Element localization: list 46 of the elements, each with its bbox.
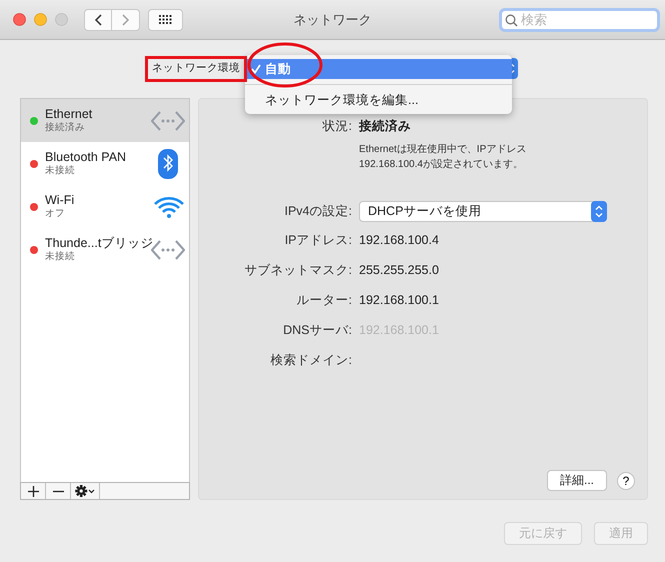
service-item[interactable]: Bluetooth PAN 未接続 [21, 142, 189, 185]
service-name: Bluetooth PAN [45, 150, 128, 165]
service-item[interactable]: Thunde...tブリッジ 未接続 [21, 228, 189, 271]
service-status: 未接続 [45, 251, 76, 263]
service-name: Wi-Fi [45, 193, 76, 208]
field-label: ルーター: [296, 292, 352, 308]
service-status: 未接続 [45, 165, 76, 177]
status-label: 状況: [321, 118, 352, 135]
chevron-right-icon [122, 14, 130, 26]
search-icon [505, 14, 518, 26]
ethernet-icon [151, 110, 185, 132]
field-label: サブネットマスク: [244, 262, 352, 278]
menu-item[interactable]: ネットワーク環境を編集... [245, 90, 512, 110]
grid-icon [159, 14, 172, 24]
window-title: ネットワーク [294, 10, 372, 28]
location-label: ネットワーク環境 [152, 61, 240, 75]
gear-icon [75, 485, 95, 497]
ethernet-icon [151, 238, 185, 260]
wifi-icon [153, 194, 185, 218]
ipv4-popup[interactable]: DHCPサーバを使用 [359, 201, 607, 222]
service-name: Ethernet [45, 107, 94, 122]
service-item[interactable]: Ethernet 接続済み [21, 99, 189, 142]
window-button-icon[interactable] [13, 13, 26, 26]
service-item[interactable]: Wi-Fi オフ [21, 185, 189, 228]
show-all-button[interactable] [148, 8, 183, 30]
field-label: 検索ドメイン: [270, 352, 352, 368]
chevron-left-icon [94, 14, 102, 26]
advanced-button[interactable]: 詳細... [546, 470, 607, 491]
help-button[interactable]: ? [617, 472, 635, 490]
plus-icon [28, 486, 38, 496]
field-label: IPv4の設定: [284, 203, 352, 220]
field-value: 255.255.255.0 [359, 263, 440, 277]
checkmark-icon [251, 64, 261, 74]
search-field[interactable]: 検索 [499, 8, 660, 32]
service-name: Thunde...tブリッジ [45, 236, 151, 251]
status-description: Ethernetは現在使用中で、IPアドレス 192.168.100.4が設定されています。 [359, 142, 528, 172]
back-button[interactable] [84, 8, 112, 30]
status-value: 接続済み [359, 118, 412, 135]
field-label: DNSサーバ: [282, 322, 352, 338]
stepper-icon [591, 201, 607, 222]
field-value: 192.168.100.1 [359, 293, 440, 307]
service-status: オフ [45, 208, 66, 220]
field-value: 192.168.100.4 [359, 233, 440, 247]
field-label: IPアドレス: [284, 232, 352, 248]
service-status: 接続済み [45, 122, 86, 134]
bluetooth-icon [157, 148, 179, 178]
